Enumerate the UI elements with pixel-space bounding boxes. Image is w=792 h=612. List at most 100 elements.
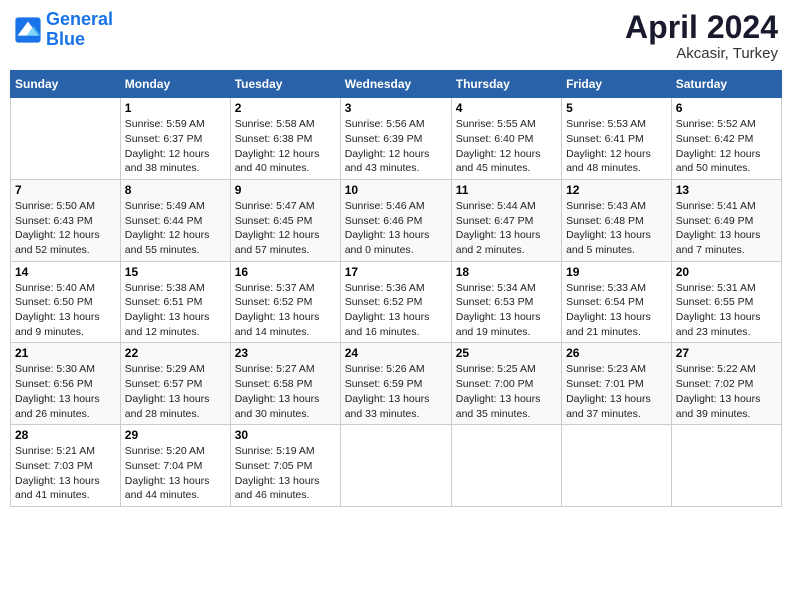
day-number: 4 [456,101,557,115]
day-number: 15 [125,265,226,279]
day-number: 21 [15,346,116,360]
day-number: 13 [676,183,777,197]
calendar-table: SundayMondayTuesdayWednesdayThursdayFrid… [10,70,782,507]
day-info: Sunrise: 5:26 AMSunset: 6:59 PMDaylight:… [345,362,447,421]
day-info: Sunrise: 5:40 AMSunset: 6:50 PMDaylight:… [15,281,116,340]
day-info: Sunrise: 5:25 AMSunset: 7:00 PMDaylight:… [456,362,557,421]
day-info: Sunrise: 5:44 AMSunset: 6:47 PMDaylight:… [456,199,557,258]
day-info: Sunrise: 5:56 AMSunset: 6:39 PMDaylight:… [345,117,447,176]
week-row-5: 28 Sunrise: 5:21 AMSunset: 7:03 PMDayligh… [11,425,782,507]
day-number: 26 [566,346,667,360]
day-number: 12 [566,183,667,197]
logo-line1: General [46,9,113,29]
day-number: 28 [15,428,116,442]
day-info: Sunrise: 5:41 AMSunset: 6:49 PMDaylight:… [676,199,777,258]
header-saturday: Saturday [671,71,781,98]
calendar-cell: 4 Sunrise: 5:55 AMSunset: 6:40 PMDaylight… [451,98,561,180]
day-info: Sunrise: 5:30 AMSunset: 6:56 PMDaylight:… [15,362,116,421]
day-info: Sunrise: 5:31 AMSunset: 6:55 PMDaylight:… [676,281,777,340]
calendar-cell: 8 Sunrise: 5:49 AMSunset: 6:44 PMDaylight… [120,179,230,261]
calendar-cell [11,98,121,180]
day-number: 3 [345,101,447,115]
day-info: Sunrise: 5:37 AMSunset: 6:52 PMDaylight:… [235,281,336,340]
day-number: 11 [456,183,557,197]
logo-line2: Blue [46,29,85,49]
calendar-cell: 21 Sunrise: 5:30 AMSunset: 6:56 PMDayligh… [11,343,121,425]
day-number: 5 [566,101,667,115]
day-number: 7 [15,183,116,197]
calendar-cell: 13 Sunrise: 5:41 AMSunset: 6:49 PMDayligh… [671,179,781,261]
header-tuesday: Tuesday [230,71,340,98]
day-info: Sunrise: 5:46 AMSunset: 6:46 PMDaylight:… [345,199,447,258]
calendar-cell: 24 Sunrise: 5:26 AMSunset: 6:59 PMDayligh… [340,343,451,425]
day-number: 20 [676,265,777,279]
calendar-header-row: SundayMondayTuesdayWednesdayThursdayFrid… [11,71,782,98]
calendar-cell: 30Sunrise: 5:19 AMSunset: 7:05 PMDayligh… [230,425,340,507]
day-number: 10 [345,183,447,197]
day-info: Sunrise: 5:34 AMSunset: 6:53 PMDaylight:… [456,281,557,340]
calendar-cell: 23 Sunrise: 5:27 AMSunset: 6:58 PMDayligh… [230,343,340,425]
day-info: Sunrise: 5:49 AMSunset: 6:44 PMDaylight:… [125,199,226,258]
day-info: Sunrise: 5:36 AMSunset: 6:52 PMDaylight:… [345,281,447,340]
day-number: 22 [125,346,226,360]
calendar-cell: 10 Sunrise: 5:46 AMSunset: 6:46 PMDayligh… [340,179,451,261]
logo-text: General Blue [46,10,113,50]
day-number: 18 [456,265,557,279]
calendar-cell: 25 Sunrise: 5:25 AMSunset: 7:00 PMDayligh… [451,343,561,425]
day-info: Sunrise: 5:59 AMSunset: 6:37 PMDaylight:… [125,117,226,176]
calendar-cell [562,425,672,507]
calendar-cell: 29Sunrise: 5:20 AMSunset: 7:04 PMDayligh… [120,425,230,507]
day-number: 19 [566,265,667,279]
week-row-4: 21 Sunrise: 5:30 AMSunset: 6:56 PMDayligh… [11,343,782,425]
day-info: Sunrise: 5:33 AMSunset: 6:54 PMDaylight:… [566,281,667,340]
day-info: Sunrise: 5:50 AMSunset: 6:43 PMDaylight:… [15,199,116,258]
title-block: April 2024 Akcasir, Turkey [625,10,778,62]
week-row-3: 14 Sunrise: 5:40 AMSunset: 6:50 PMDayligh… [11,261,782,343]
day-number: 23 [235,346,336,360]
calendar-cell: 26 Sunrise: 5:23 AMSunset: 7:01 PMDayligh… [562,343,672,425]
day-info: Sunrise: 5:38 AMSunset: 6:51 PMDaylight:… [125,281,226,340]
day-info: Sunrise: 5:47 AMSunset: 6:45 PMDaylight:… [235,199,336,258]
header-sunday: Sunday [11,71,121,98]
day-number: 27 [676,346,777,360]
day-number: 25 [456,346,557,360]
day-info: Sunrise: 5:55 AMSunset: 6:40 PMDaylight:… [456,117,557,176]
day-info: Sunrise: 5:22 AMSunset: 7:02 PMDaylight:… [676,362,777,421]
calendar-cell: 15 Sunrise: 5:38 AMSunset: 6:51 PMDayligh… [120,261,230,343]
calendar-cell: 12 Sunrise: 5:43 AMSunset: 6:48 PMDayligh… [562,179,672,261]
day-number: 6 [676,101,777,115]
day-info: Sunrise: 5:21 AMSunset: 7:03 PMDaylight:… [15,444,116,503]
day-info: Sunrise: 5:23 AMSunset: 7:01 PMDaylight:… [566,362,667,421]
day-info: Sunrise: 5:43 AMSunset: 6:48 PMDaylight:… [566,199,667,258]
calendar-cell: 19 Sunrise: 5:33 AMSunset: 6:54 PMDayligh… [562,261,672,343]
day-info: Sunrise: 5:53 AMSunset: 6:41 PMDaylight:… [566,117,667,176]
day-number: 14 [15,265,116,279]
calendar-cell [340,425,451,507]
calendar-cell: 11 Sunrise: 5:44 AMSunset: 6:47 PMDayligh… [451,179,561,261]
day-number: 1 [125,101,226,115]
week-row-1: 1 Sunrise: 5:59 AMSunset: 6:37 PMDaylight… [11,98,782,180]
calendar-cell: 28 Sunrise: 5:21 AMSunset: 7:03 PMDayligh… [11,425,121,507]
calendar-cell: 17 Sunrise: 5:36 AMSunset: 6:52 PMDayligh… [340,261,451,343]
calendar-cell: 16 Sunrise: 5:37 AMSunset: 6:52 PMDayligh… [230,261,340,343]
day-number: 30 [235,428,336,442]
day-number: 24 [345,346,447,360]
day-number: 8 [125,183,226,197]
day-number: 29 [125,428,226,442]
day-number: 16 [235,265,336,279]
week-row-2: 7 Sunrise: 5:50 AMSunset: 6:43 PMDaylight… [11,179,782,261]
day-info: Sunrise: 5:27 AMSunset: 6:58 PMDaylight:… [235,362,336,421]
calendar-cell [451,425,561,507]
month-year-title: April 2024 [625,10,778,45]
calendar-cell: 9Sunrise: 5:47 AMSunset: 6:45 PMDaylight… [230,179,340,261]
day-info: Sunrise: 5:29 AMSunset: 6:57 PMDaylight:… [125,362,226,421]
day-number: 17 [345,265,447,279]
header-friday: Friday [562,71,672,98]
calendar-cell: 2Sunrise: 5:58 AMSunset: 6:38 PMDaylight… [230,98,340,180]
calendar-cell: 6Sunrise: 5:52 AMSunset: 6:42 PMDaylight… [671,98,781,180]
calendar-cell: 20 Sunrise: 5:31 AMSunset: 6:55 PMDayligh… [671,261,781,343]
calendar-cell: 22 Sunrise: 5:29 AMSunset: 6:57 PMDayligh… [120,343,230,425]
day-info: Sunrise: 5:58 AMSunset: 6:38 PMDaylight:… [235,117,336,176]
calendar-cell: 7 Sunrise: 5:50 AMSunset: 6:43 PMDaylight… [11,179,121,261]
calendar-cell: 18 Sunrise: 5:34 AMSunset: 6:53 PMDayligh… [451,261,561,343]
